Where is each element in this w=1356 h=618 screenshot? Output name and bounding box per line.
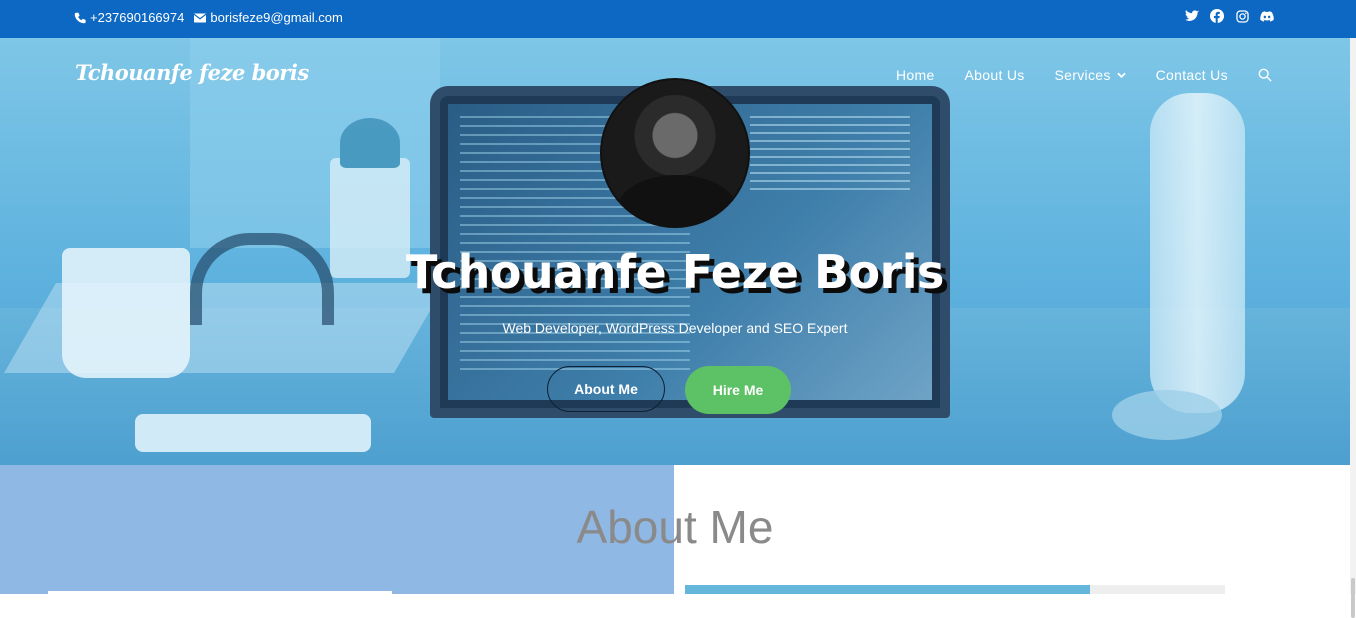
nav-contact-label: Contact Us <box>1155 67 1228 83</box>
laptop-code-right <box>750 116 910 196</box>
top-bar: +237690166974 borisfeze9@gmail.com <box>0 0 1356 38</box>
facebook-icon[interactable] <box>1210 9 1224 23</box>
nav-services-label: Services <box>1054 67 1111 83</box>
phone-contact[interactable]: +237690166974 <box>74 10 184 25</box>
nav-contact[interactable]: Contact Us <box>1156 67 1228 83</box>
background-speaker-base <box>1112 390 1222 440</box>
about-me-button[interactable]: About Me <box>547 366 665 412</box>
hire-me-button[interactable]: Hire Me <box>685 366 791 414</box>
email-contact[interactable]: borisfeze9@gmail.com <box>194 10 343 25</box>
page-scrollbar[interactable] <box>1350 38 1356 618</box>
about-title: About Me <box>576 501 774 553</box>
discord-icon[interactable] <box>1260 9 1274 23</box>
search-icon[interactable] <box>1258 67 1272 83</box>
nav-about-label: About Us <box>964 67 1025 83</box>
nav-services[interactable]: Services <box>1055 67 1126 83</box>
hero-section: Tchouanfe feze boris Home About Us Servi… <box>0 38 1350 465</box>
twitter-icon[interactable] <box>1185 9 1199 23</box>
profile-avatar <box>600 78 750 228</box>
progress-fill <box>685 585 1090 594</box>
avatar-shirt <box>617 175 737 226</box>
nav-home-label: Home <box>896 67 935 83</box>
chevron-down-icon <box>1116 72 1126 78</box>
nav-about[interactable]: About Us <box>965 67 1025 83</box>
instagram-icon[interactable] <box>1235 9 1249 23</box>
hero-name: Tchouanfe Feze Boris <box>406 245 944 299</box>
hero-subtitle: Web Developer, WordPress Developer and S… <box>502 320 848 336</box>
site-logo[interactable]: Tchouanfe feze boris <box>75 60 309 85</box>
email-address: borisfeze9@gmail.com <box>210 10 343 25</box>
scrollbar-thumb[interactable] <box>1351 578 1355 618</box>
phone-number: +237690166974 <box>90 10 185 25</box>
envelope-icon <box>194 13 207 22</box>
skill-progress-bar <box>685 585 1225 594</box>
background-phone <box>135 414 371 452</box>
phone-icon <box>74 12 86 23</box>
nav-home[interactable]: Home <box>896 67 935 83</box>
social-links <box>1185 9 1274 23</box>
main-nav: Home About Us Services Contact Us <box>896 67 1272 83</box>
contact-info: +237690166974 borisfeze9@gmail.com <box>74 10 343 25</box>
